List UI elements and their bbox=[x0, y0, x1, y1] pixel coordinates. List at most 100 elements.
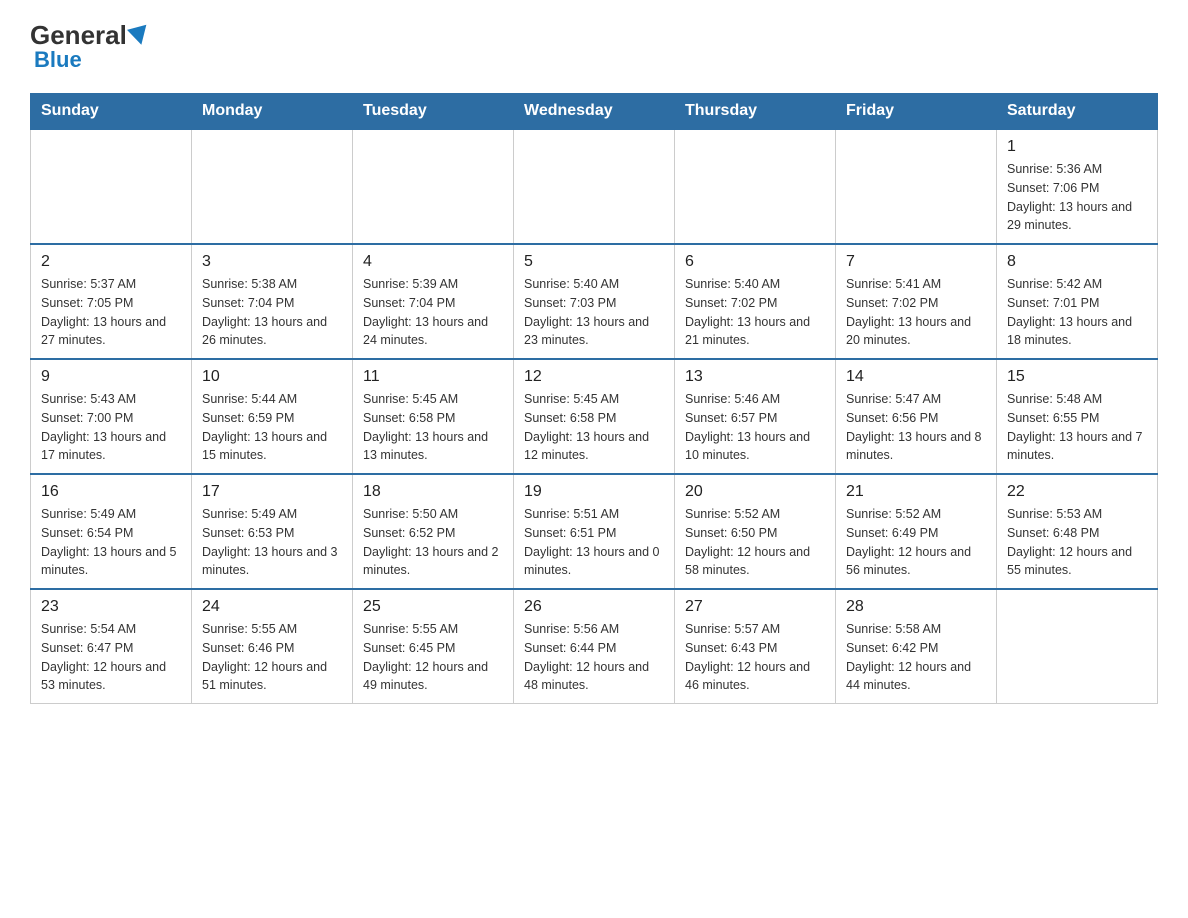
calendar-week-row: 2 Sunrise: 5:37 AM Sunset: 7:05 PM Daylig… bbox=[31, 244, 1158, 359]
day-number: 15 bbox=[1007, 368, 1147, 386]
day-number: 5 bbox=[524, 253, 664, 271]
day-number: 2 bbox=[41, 253, 181, 271]
weekday-header-thursday: Thursday bbox=[675, 94, 836, 130]
day-number: 18 bbox=[363, 483, 503, 501]
day-info: Sunrise: 5:37 AM Sunset: 7:05 PM Dayligh… bbox=[41, 275, 181, 350]
day-info: Sunrise: 5:48 AM Sunset: 6:55 PM Dayligh… bbox=[1007, 390, 1147, 465]
day-info: Sunrise: 5:47 AM Sunset: 6:56 PM Dayligh… bbox=[846, 390, 986, 465]
day-info: Sunrise: 5:40 AM Sunset: 7:03 PM Dayligh… bbox=[524, 275, 664, 350]
day-info: Sunrise: 5:54 AM Sunset: 6:47 PM Dayligh… bbox=[41, 620, 181, 695]
day-info: Sunrise: 5:45 AM Sunset: 6:58 PM Dayligh… bbox=[524, 390, 664, 465]
calendar-cell: 16Sunrise: 5:49 AM Sunset: 6:54 PM Dayli… bbox=[31, 474, 192, 589]
day-number: 11 bbox=[363, 368, 503, 386]
calendar-cell: 21 Sunrise: 5:52 AM Sunset: 6:49 PM Dayli… bbox=[836, 474, 997, 589]
calendar-table: SundayMondayTuesdayWednesdayThursdayFrid… bbox=[30, 93, 1158, 704]
weekday-header-monday: Monday bbox=[192, 94, 353, 130]
day-info: Sunrise: 5:53 AM Sunset: 6:48 PM Dayligh… bbox=[1007, 505, 1147, 580]
day-info: Sunrise: 5:52 AM Sunset: 6:50 PM Dayligh… bbox=[685, 505, 825, 580]
weekday-header-sunday: Sunday bbox=[31, 94, 192, 130]
weekday-header-row: SundayMondayTuesdayWednesdayThursdayFrid… bbox=[31, 94, 1158, 130]
day-number: 24 bbox=[202, 598, 342, 616]
day-number: 7 bbox=[846, 253, 986, 271]
calendar-cell bbox=[31, 129, 192, 244]
calendar-cell bbox=[836, 129, 997, 244]
calendar-cell bbox=[192, 129, 353, 244]
calendar-cell: 20 Sunrise: 5:52 AM Sunset: 6:50 PM Dayli… bbox=[675, 474, 836, 589]
day-number: 26 bbox=[524, 598, 664, 616]
calendar-cell: 23 Sunrise: 5:54 AM Sunset: 6:47 PM Dayli… bbox=[31, 589, 192, 704]
day-number: 22 bbox=[1007, 483, 1147, 501]
day-info: Sunrise: 5:44 AM Sunset: 6:59 PM Dayligh… bbox=[202, 390, 342, 465]
calendar-cell: 6Sunrise: 5:40 AM Sunset: 7:02 PM Daylig… bbox=[675, 244, 836, 359]
day-info: Sunrise: 5:46 AM Sunset: 6:57 PM Dayligh… bbox=[685, 390, 825, 465]
calendar-cell: 7 Sunrise: 5:41 AM Sunset: 7:02 PM Daylig… bbox=[836, 244, 997, 359]
calendar-cell: 22 Sunrise: 5:53 AM Sunset: 6:48 PM Dayli… bbox=[997, 474, 1158, 589]
day-number: 10 bbox=[202, 368, 342, 386]
day-number: 19 bbox=[524, 483, 664, 501]
calendar-week-row: 23 Sunrise: 5:54 AM Sunset: 6:47 PM Dayli… bbox=[31, 589, 1158, 704]
day-number: 12 bbox=[524, 368, 664, 386]
page-header: General Blue bbox=[30, 20, 1158, 73]
day-info: Sunrise: 5:36 AM Sunset: 7:06 PM Dayligh… bbox=[1007, 160, 1147, 235]
calendar-cell: 3 Sunrise: 5:38 AM Sunset: 7:04 PM Daylig… bbox=[192, 244, 353, 359]
day-info: Sunrise: 5:45 AM Sunset: 6:58 PM Dayligh… bbox=[363, 390, 503, 465]
calendar-week-row: 16Sunrise: 5:49 AM Sunset: 6:54 PM Dayli… bbox=[31, 474, 1158, 589]
day-number: 1 bbox=[1007, 138, 1147, 156]
day-info: Sunrise: 5:38 AM Sunset: 7:04 PM Dayligh… bbox=[202, 275, 342, 350]
day-number: 4 bbox=[363, 253, 503, 271]
day-number: 14 bbox=[846, 368, 986, 386]
day-info: Sunrise: 5:39 AM Sunset: 7:04 PM Dayligh… bbox=[363, 275, 503, 350]
calendar-cell: 2 Sunrise: 5:37 AM Sunset: 7:05 PM Daylig… bbox=[31, 244, 192, 359]
day-number: 16 bbox=[41, 483, 181, 501]
day-info: Sunrise: 5:52 AM Sunset: 6:49 PM Dayligh… bbox=[846, 505, 986, 580]
calendar-cell bbox=[353, 129, 514, 244]
calendar-cell: 19 Sunrise: 5:51 AM Sunset: 6:51 PM Dayli… bbox=[514, 474, 675, 589]
day-number: 8 bbox=[1007, 253, 1147, 271]
day-info: Sunrise: 5:51 AM Sunset: 6:51 PM Dayligh… bbox=[524, 505, 664, 580]
day-info: Sunrise: 5:57 AM Sunset: 6:43 PM Dayligh… bbox=[685, 620, 825, 695]
day-info: Sunrise: 5:56 AM Sunset: 6:44 PM Dayligh… bbox=[524, 620, 664, 695]
day-number: 3 bbox=[202, 253, 342, 271]
calendar-cell: 1 Sunrise: 5:36 AM Sunset: 7:06 PM Daylig… bbox=[997, 129, 1158, 244]
calendar-cell: 25 Sunrise: 5:55 AM Sunset: 6:45 PM Dayli… bbox=[353, 589, 514, 704]
calendar-cell: 27Sunrise: 5:57 AM Sunset: 6:43 PM Dayli… bbox=[675, 589, 836, 704]
calendar-cell bbox=[514, 129, 675, 244]
day-info: Sunrise: 5:43 AM Sunset: 7:00 PM Dayligh… bbox=[41, 390, 181, 465]
calendar-week-row: 1 Sunrise: 5:36 AM Sunset: 7:06 PM Daylig… bbox=[31, 129, 1158, 244]
day-info: Sunrise: 5:58 AM Sunset: 6:42 PM Dayligh… bbox=[846, 620, 986, 695]
calendar-cell: 12 Sunrise: 5:45 AM Sunset: 6:58 PM Dayli… bbox=[514, 359, 675, 474]
day-number: 13 bbox=[685, 368, 825, 386]
weekday-header-wednesday: Wednesday bbox=[514, 94, 675, 130]
day-number: 21 bbox=[846, 483, 986, 501]
day-number: 17 bbox=[202, 483, 342, 501]
calendar-cell: 8Sunrise: 5:42 AM Sunset: 7:01 PM Daylig… bbox=[997, 244, 1158, 359]
weekday-header-saturday: Saturday bbox=[997, 94, 1158, 130]
logo-triangle-icon bbox=[127, 24, 151, 47]
day-number: 23 bbox=[41, 598, 181, 616]
day-info: Sunrise: 5:55 AM Sunset: 6:45 PM Dayligh… bbox=[363, 620, 503, 695]
calendar-cell: 28Sunrise: 5:58 AM Sunset: 6:42 PM Dayli… bbox=[836, 589, 997, 704]
calendar-cell: 15 Sunrise: 5:48 AM Sunset: 6:55 PM Dayli… bbox=[997, 359, 1158, 474]
weekday-header-friday: Friday bbox=[836, 94, 997, 130]
logo: General Blue bbox=[30, 20, 151, 73]
day-number: 20 bbox=[685, 483, 825, 501]
calendar-cell: 10 Sunrise: 5:44 AM Sunset: 6:59 PM Dayli… bbox=[192, 359, 353, 474]
calendar-cell: 14 Sunrise: 5:47 AM Sunset: 6:56 PM Dayli… bbox=[836, 359, 997, 474]
calendar-cell: 11 Sunrise: 5:45 AM Sunset: 6:58 PM Dayli… bbox=[353, 359, 514, 474]
calendar-cell: 5 Sunrise: 5:40 AM Sunset: 7:03 PM Daylig… bbox=[514, 244, 675, 359]
day-info: Sunrise: 5:55 AM Sunset: 6:46 PM Dayligh… bbox=[202, 620, 342, 695]
calendar-cell: 18 Sunrise: 5:50 AM Sunset: 6:52 PM Dayli… bbox=[353, 474, 514, 589]
calendar-cell: 26 Sunrise: 5:56 AM Sunset: 6:44 PM Dayli… bbox=[514, 589, 675, 704]
day-number: 9 bbox=[41, 368, 181, 386]
calendar-week-row: 9 Sunrise: 5:43 AM Sunset: 7:00 PM Daylig… bbox=[31, 359, 1158, 474]
day-info: Sunrise: 5:40 AM Sunset: 7:02 PM Dayligh… bbox=[685, 275, 825, 350]
calendar-cell: 9 Sunrise: 5:43 AM Sunset: 7:00 PM Daylig… bbox=[31, 359, 192, 474]
calendar-cell: 17Sunrise: 5:49 AM Sunset: 6:53 PM Dayli… bbox=[192, 474, 353, 589]
calendar-cell: 24 Sunrise: 5:55 AM Sunset: 6:46 PM Dayli… bbox=[192, 589, 353, 704]
logo-blue-text: Blue bbox=[30, 47, 151, 73]
day-info: Sunrise: 5:41 AM Sunset: 7:02 PM Dayligh… bbox=[846, 275, 986, 350]
calendar-cell: 13 Sunrise: 5:46 AM Sunset: 6:57 PM Dayli… bbox=[675, 359, 836, 474]
day-info: Sunrise: 5:50 AM Sunset: 6:52 PM Dayligh… bbox=[363, 505, 503, 580]
day-number: 25 bbox=[363, 598, 503, 616]
calendar-cell bbox=[675, 129, 836, 244]
